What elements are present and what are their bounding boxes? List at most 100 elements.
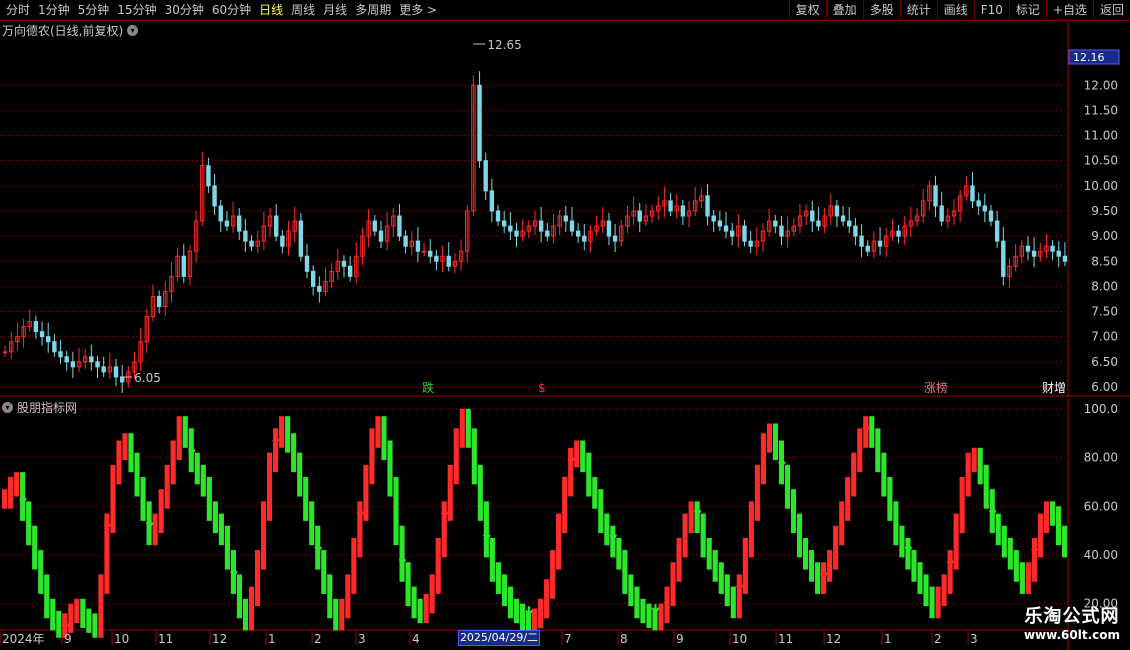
indicator-bar: [50, 598, 56, 631]
indicator-bar: [923, 574, 929, 607]
indicator-bar: [875, 428, 881, 473]
toolbar-btn-7[interactable]: +自选: [1045, 0, 1093, 20]
indicator-bar: [345, 574, 351, 619]
indicator-bar: [911, 550, 917, 582]
period-tab-0[interactable]: 分时: [2, 2, 34, 18]
toolbar-btn-2[interactable]: 多股: [862, 0, 900, 20]
indicator-bar: [465, 408, 471, 448]
indicator-bar: [634, 586, 640, 619]
chevron-down-icon[interactable]: ▾: [127, 25, 139, 36]
toolbar-btn-8[interactable]: 返回: [1092, 0, 1130, 20]
price-tick: 8.00: [1091, 279, 1118, 293]
indicator-bar: [790, 489, 797, 534]
time-tick: 8: [620, 632, 628, 646]
indicator-bar: [375, 416, 381, 448]
indicator-bar: [1049, 501, 1056, 526]
toolbar-btn-3[interactable]: 统计: [899, 0, 937, 20]
period-tab-6[interactable]: 日线: [255, 2, 287, 18]
indicator-bar: [658, 603, 664, 631]
candle-body: [421, 250, 427, 253]
indicator-bar: [1055, 506, 1062, 546]
candle-body: [606, 220, 612, 237]
period-tab-2[interactable]: 5分钟: [74, 2, 114, 18]
indicator-bar: [254, 550, 261, 607]
indicator-bar: [646, 603, 652, 628]
indicator-bar: [833, 525, 839, 570]
period-tab-4[interactable]: 30分钟: [161, 2, 208, 18]
time-tick: 11: [158, 632, 173, 646]
indicator-bar: [899, 525, 905, 558]
time-tick: 10: [732, 632, 747, 646]
candle-body: [2, 351, 8, 354]
indicator-bar: [929, 586, 935, 619]
time-tick: 3: [358, 632, 366, 646]
indicator-bar: [748, 501, 754, 558]
chevron-down-icon[interactable]: ▾: [2, 402, 13, 413]
candle-body: [434, 255, 439, 262]
candle-body: [853, 225, 858, 237]
indicator-bar: [369, 428, 375, 485]
period-tab-1[interactable]: 1分钟: [34, 2, 74, 18]
toolbar-btn-0[interactable]: 复权: [788, 0, 826, 20]
indicator-bar: [869, 416, 875, 448]
indicator-bar: [959, 477, 965, 534]
period-tab-7[interactable]: 周线: [287, 2, 319, 18]
indicator-bar: [562, 477, 568, 534]
indicator-bar: [935, 586, 941, 619]
indicator-bar: [471, 428, 477, 485]
candle-body: [298, 220, 304, 257]
candle-body: [243, 230, 248, 242]
candle-body: [680, 205, 686, 217]
indicator-bar: [622, 550, 628, 594]
indicator-bar: [291, 433, 297, 473]
sub-chart-title: ▾ 股朋指标网: [2, 399, 77, 416]
period-tab-10[interactable]: 更多 >: [395, 2, 441, 18]
period-tab-9[interactable]: 多周期: [351, 2, 395, 18]
period-tab-3[interactable]: 15分钟: [113, 2, 160, 18]
time-tick: 10: [114, 632, 129, 646]
candle-body: [95, 361, 100, 368]
indicator-bar: [110, 464, 116, 534]
candle-body: [403, 235, 408, 247]
main-chart-title: 万向德农(日线,前复权) ▾: [2, 22, 139, 39]
indicator-bar: [851, 452, 857, 497]
indicator-bar: [74, 598, 80, 624]
candle-body: [988, 210, 994, 222]
candle-body: [982, 205, 988, 212]
candle-body: [249, 240, 254, 247]
indicator-bar: [200, 464, 206, 497]
indicator-bar: [519, 603, 526, 631]
indicator-bar: [839, 501, 845, 546]
indicator-bar: [273, 428, 279, 473]
indicator-bar: [242, 598, 249, 631]
indicator-bar: [694, 501, 700, 534]
period-tab-8[interactable]: 月线: [319, 2, 351, 18]
candle-body: [859, 235, 864, 247]
price-tick: 6.50: [1091, 355, 1118, 369]
price-tick: 11.50: [1084, 103, 1118, 117]
indicator-bar: [381, 416, 387, 460]
indicator-bar: [116, 440, 122, 485]
toolbar-btn-4[interactable]: 画线: [936, 0, 974, 20]
candle-body: [1025, 245, 1031, 252]
indicator-bar: [664, 586, 670, 624]
indicator-bar: [941, 574, 947, 607]
indicator-bar: [423, 593, 429, 624]
period-tab-5[interactable]: 60分钟: [208, 2, 255, 18]
toolbar-btn-6[interactable]: 标记: [1008, 0, 1046, 20]
candle-body: [206, 165, 211, 187]
indicator-bar: [1001, 525, 1007, 558]
toolbar-btn-5[interactable]: F10: [973, 0, 1009, 20]
indicator-bar: [453, 428, 459, 485]
indicator-bar: [803, 537, 809, 570]
toolbar-btn-1[interactable]: 叠加: [825, 0, 863, 20]
candle-body: [46, 336, 51, 343]
indicator-bar: [953, 513, 959, 570]
candle-body: [347, 265, 353, 277]
time-tick: 2024年: [2, 632, 45, 646]
chart-canvas[interactable]: 12.00 11.50 11.00 10.50 10.00 9.50 9.00 8.50 8.0…: [0, 0, 1130, 650]
indicator-bar: [477, 464, 483, 521]
candle-body: [810, 210, 815, 222]
indicator-bar: [983, 464, 989, 509]
indicator-bar: [507, 586, 514, 619]
